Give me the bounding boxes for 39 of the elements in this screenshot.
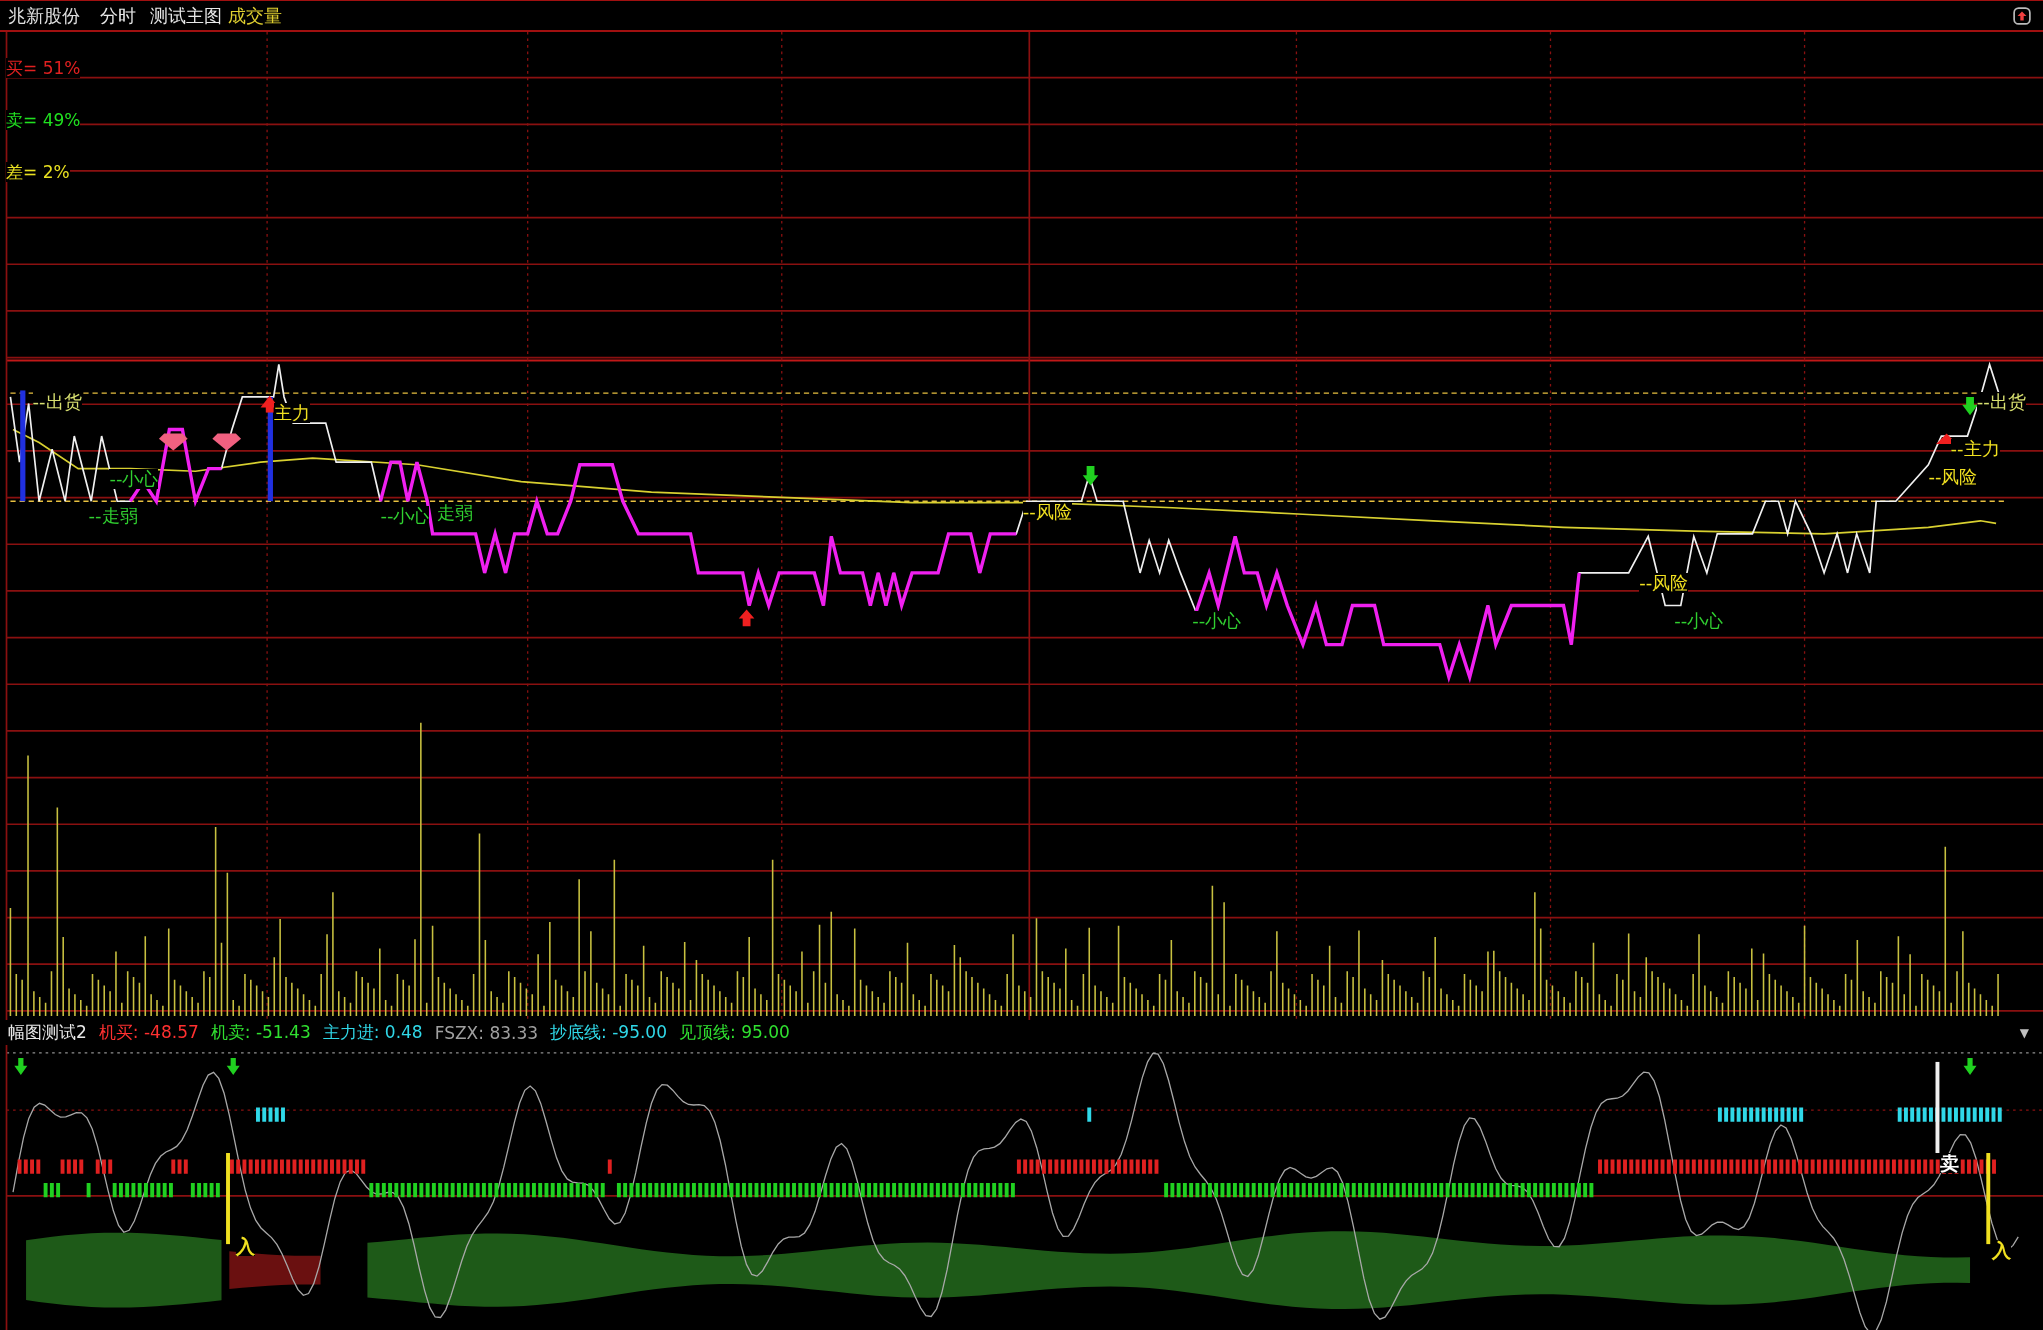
signal-label: 主力 <box>273 402 310 423</box>
arrow-down-icon <box>226 1058 240 1075</box>
indicator-value: 机买: -48.57 <box>98 1021 199 1044</box>
signal-label: --出货 <box>1976 392 2026 413</box>
signal-label: --小心 <box>109 469 159 490</box>
signal-label: 走弱 <box>436 503 473 524</box>
signal-label: --小心 <box>1192 611 1242 632</box>
view-label[interactable]: 分时 <box>100 3 136 28</box>
sub-indicator-label[interactable]: 成交量 <box>228 3 282 28</box>
ratio-text: 买= 51% <box>6 58 81 78</box>
indicator-value: FSZX: 83.33 <box>434 1022 539 1043</box>
signal-label: --小心 <box>1674 611 1724 632</box>
diamond-icon <box>212 433 242 451</box>
arrow-down-icon <box>1962 396 1978 416</box>
signal-label: --出货 <box>32 392 82 413</box>
caret-icon[interactable]: ▼ <box>2019 1025 2029 1040</box>
arrow-up-icon[interactable] <box>2013 6 2031 25</box>
arrow-down-icon <box>1082 466 1099 486</box>
indicator-value: 抄底线: -95.00 <box>550 1021 667 1044</box>
signal-label: 入 <box>1992 1239 2012 1260</box>
indicator-name[interactable]: 幅图测试2 <box>8 1021 87 1044</box>
stock-name: 兆新股份 <box>8 3 80 28</box>
arrow-down-icon <box>1963 1058 1977 1075</box>
signal-label: --风险 <box>1639 573 1689 594</box>
indicator-value: 主力进: 0.48 <box>322 1021 423 1044</box>
signal-label: 卖 <box>1940 1152 1960 1173</box>
main-indicator-label[interactable]: 测试主图 <box>150 3 222 28</box>
signal-label: --主力 <box>1950 439 2000 460</box>
signal-label: --风险 <box>1928 466 1978 487</box>
ratio-text: 卖= 49% <box>6 110 81 130</box>
arrow-down-icon <box>14 1058 28 1075</box>
signal-label: --小心 <box>380 505 430 526</box>
arrow-up-icon <box>738 609 755 627</box>
indicator-value: 机卖: -51.43 <box>210 1021 311 1044</box>
diamond-icon <box>158 433 188 451</box>
signal-label: --走弱 <box>88 505 138 526</box>
indicator-value: 见顶线: 95.00 <box>679 1021 790 1044</box>
ratio-text: 差= 2% <box>6 162 70 182</box>
signal-label: 入 <box>235 1235 255 1256</box>
